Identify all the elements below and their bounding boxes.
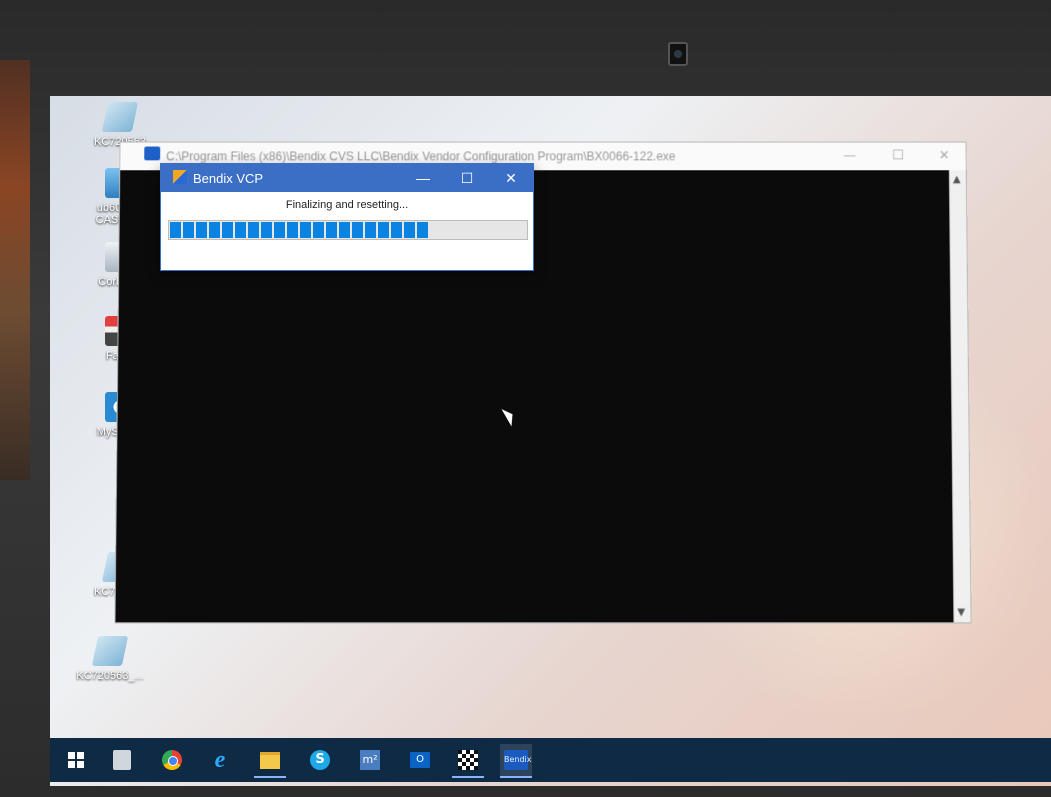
bendix-vcp-app-icon: [173, 170, 187, 184]
webcam: [668, 42, 688, 66]
chrome-icon: [162, 750, 182, 770]
checker-icon: [458, 750, 478, 770]
vertical-scrollbar[interactable]: ▲ ▼: [948, 170, 971, 623]
folder-icon: [260, 751, 280, 769]
windows-icon: [68, 752, 84, 768]
taskbar-skype[interactable]: S: [304, 744, 336, 776]
background-cables: [0, 60, 30, 480]
progress-block: [196, 222, 207, 238]
file-icon: [101, 102, 139, 132]
scroll-up-arrow-icon[interactable]: ▲: [953, 174, 961, 185]
close-button[interactable]: ✕: [939, 148, 950, 163]
scroll-down-arrow-icon[interactable]: ▼: [957, 607, 965, 618]
bendix-app-icon: [144, 146, 161, 161]
progress-bar-fill: [169, 221, 527, 239]
dialog-close-button[interactable]: ✕: [489, 164, 533, 192]
outlook-icon: O: [410, 752, 430, 768]
progress-block: [183, 222, 194, 238]
bendix-vcp-dialog[interactable]: Bendix VCP — ☐ ✕ Finalizing and resettin…: [160, 163, 534, 271]
dialog-titlebar[interactable]: Bendix VCP — ☐ ✕: [161, 164, 533, 192]
file-icon: [91, 636, 129, 666]
taskbar-calculator[interactable]: [106, 744, 138, 776]
progress-block: [300, 222, 311, 238]
maximize-button[interactable]: ☐: [892, 148, 904, 163]
progress-block: [313, 222, 324, 238]
taskbar-checker-app[interactable]: [452, 744, 484, 778]
taskbar-internet-explorer[interactable]: e: [204, 744, 236, 776]
progress-block: [209, 222, 220, 238]
progress-block: [339, 222, 350, 238]
ie-icon: e: [214, 746, 226, 773]
status-message: Finalizing and resetting...: [285, 199, 409, 211]
progress-block: [235, 222, 246, 238]
taskbar-m2[interactable]: m²: [354, 744, 386, 776]
minimize-button[interactable]: —: [843, 148, 856, 163]
taskbar-outlook[interactable]: O: [404, 744, 436, 776]
dialog-title: Bendix VCP: [193, 171, 264, 186]
progress-block: [326, 222, 337, 238]
progress-block: [378, 222, 389, 238]
taskbar-bendix[interactable]: Bendix: [500, 744, 532, 778]
calculator-icon: [113, 750, 131, 770]
progress-block: [261, 222, 272, 238]
dialog-maximize-button[interactable]: ☐: [445, 164, 489, 192]
dialog-minimize-button[interactable]: —: [401, 164, 445, 192]
progress-block: [352, 222, 363, 238]
skype-icon: S: [310, 750, 330, 770]
taskbar-file-explorer[interactable]: [254, 744, 286, 778]
start-button[interactable]: [60, 744, 92, 776]
progress-bar: [168, 220, 528, 240]
console-title-path: C:\Program Files (x86)\Bendix CVS LLC\Be…: [166, 149, 676, 164]
bendix-icon: Bendix: [504, 750, 532, 770]
taskbar-chrome[interactable]: [156, 744, 188, 776]
desktop-icon-kc720563-3[interactable]: KC720563_...: [70, 636, 150, 682]
progress-block: [391, 222, 402, 238]
progress-block: [248, 222, 259, 238]
progress-block: [287, 222, 298, 238]
progress-block: [404, 222, 415, 238]
taskbar: e S m² O Bendix: [50, 738, 1051, 782]
desktop-icon-label: KC720563_...: [76, 670, 144, 682]
m2-icon: m²: [360, 750, 380, 770]
progress-block: [274, 222, 285, 238]
progress-block: [365, 222, 376, 238]
progress-block: [417, 222, 428, 238]
progress-block: [222, 222, 233, 238]
progress-block: [170, 222, 181, 238]
